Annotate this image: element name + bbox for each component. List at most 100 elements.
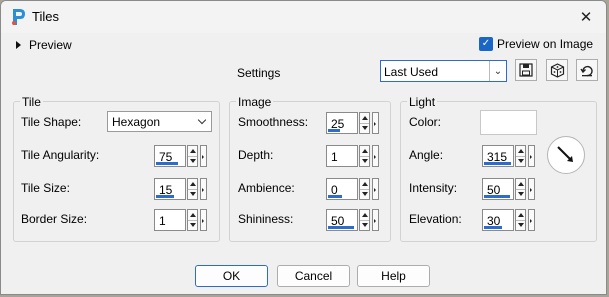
spin-arrows[interactable] (515, 145, 526, 167)
arrow-up-icon (190, 213, 196, 217)
preset-value: Last Used (384, 65, 439, 79)
arrow-up-icon (518, 149, 524, 153)
elevation-label: Elevation: (409, 212, 462, 226)
border-size-value: 1 (159, 214, 166, 228)
preview-on-image-label: Preview on Image (497, 37, 594, 51)
tile-angularity-input[interactable]: 75 (154, 145, 186, 167)
arrow-right-icon (530, 188, 532, 192)
tile-shape-label: Tile Shape: (21, 115, 82, 129)
intensity-stepper[interactable]: 50 (482, 178, 535, 200)
ok-button-label: OK (222, 269, 241, 283)
expand-triangle-icon (16, 41, 21, 49)
smoothness-label: Smoothness: (238, 115, 309, 129)
shininess-input[interactable]: 50 (326, 209, 358, 231)
ok-button[interactable]: OK (195, 265, 268, 287)
light-color-swatch[interactable] (480, 110, 537, 135)
intensity-input[interactable]: 50 (482, 178, 514, 200)
light-group-title: Light (407, 95, 438, 109)
border-size-input[interactable]: 1 (154, 209, 186, 231)
spin-arrows[interactable] (187, 145, 198, 167)
spin-arrows[interactable] (359, 112, 370, 134)
reset-button[interactable] (576, 59, 598, 81)
depth-value: 1 (331, 150, 338, 164)
tile-size-label: Tile Size: (21, 181, 70, 195)
arrow-down-icon (362, 126, 368, 130)
slider-popup-button[interactable] (200, 145, 207, 167)
slider-popup-button[interactable] (200, 178, 207, 200)
arrow-right-icon (530, 219, 532, 223)
tile-shape-value: Hexagon (112, 115, 161, 129)
ambience-input[interactable]: 0 (326, 178, 358, 200)
randomize-button[interactable] (546, 59, 568, 81)
smoothness-input[interactable]: 25 (326, 112, 358, 134)
tile-group-title: Tile (20, 95, 43, 109)
smoothness-stepper[interactable]: 25 (326, 112, 379, 134)
slider-popup-button[interactable] (200, 209, 207, 231)
close-icon: ✕ (579, 9, 593, 26)
arrow-down-icon (362, 159, 368, 163)
slider-popup-button[interactable] (528, 209, 535, 231)
chevron-down-icon (197, 115, 207, 125)
floppy-disk-icon (519, 63, 533, 77)
value-bar (156, 162, 178, 165)
arrow-down-icon (362, 223, 368, 227)
depth-stepper[interactable]: 1 (326, 145, 379, 167)
angle-dial[interactable] (547, 136, 585, 174)
arrow-down-icon (518, 159, 524, 163)
arrow-up-icon (518, 213, 524, 217)
save-preset-button[interactable] (515, 59, 537, 81)
value-bar (484, 195, 510, 198)
slider-popup-button[interactable] (528, 145, 535, 167)
chevron-down-icon: ⌄ (489, 61, 506, 81)
spin-arrows[interactable] (187, 209, 198, 231)
value-bar (328, 129, 340, 132)
spin-arrows[interactable] (515, 178, 526, 200)
slider-popup-button[interactable] (372, 112, 379, 134)
paintshop-app-icon (12, 9, 25, 25)
elevation-input[interactable]: 30 (482, 209, 514, 231)
spin-arrows[interactable] (187, 178, 198, 200)
arrow-up-icon (362, 213, 368, 217)
slider-popup-button[interactable] (528, 178, 535, 200)
arrow-up-icon (190, 182, 196, 186)
cancel-button[interactable]: Cancel (277, 265, 350, 287)
value-bar (484, 162, 511, 165)
value-bar (156, 195, 174, 198)
spin-arrows[interactable] (359, 178, 370, 200)
arrow-down-icon (362, 192, 368, 196)
arrow-up-icon (190, 149, 196, 153)
help-button-label: Help (381, 269, 406, 283)
spin-arrows[interactable] (359, 145, 370, 167)
depth-input[interactable]: 1 (326, 145, 358, 167)
border-size-stepper[interactable]: 1 (154, 209, 207, 231)
preset-dropdown[interactable]: Last Used ⌄ (380, 60, 507, 82)
shininess-stepper[interactable]: 50 (326, 209, 379, 231)
value-bar (328, 226, 354, 229)
arrow-right-icon (202, 188, 204, 192)
preview-toggle[interactable]: Preview (16, 38, 72, 52)
slider-popup-button[interactable] (372, 145, 379, 167)
spin-arrows[interactable] (359, 209, 370, 231)
slider-popup-button[interactable] (372, 209, 379, 231)
tile-angularity-stepper[interactable]: 75 (154, 145, 207, 167)
ambience-label: Ambience: (238, 181, 295, 195)
preview-on-image-checkbox[interactable]: ✓ Preview on Image (479, 37, 593, 51)
value-bar (328, 195, 342, 198)
value-bar (484, 226, 502, 229)
close-button[interactable]: ✕ (574, 6, 598, 28)
spin-arrows[interactable] (515, 209, 526, 231)
angle-stepper[interactable]: 315 (482, 145, 535, 167)
cancel-button-label: Cancel (294, 269, 333, 283)
slider-popup-button[interactable] (372, 178, 379, 200)
arrow-up-icon (362, 149, 368, 153)
tile-size-stepper[interactable]: 15 (154, 178, 207, 200)
settings-label: Settings (237, 66, 281, 80)
arrow-right-icon (202, 219, 204, 223)
ambience-stepper[interactable]: 0 (326, 178, 379, 200)
tile-size-input[interactable]: 15 (154, 178, 186, 200)
angle-input[interactable]: 315 (482, 145, 514, 167)
help-button[interactable]: Help (357, 265, 430, 287)
arrow-down-icon (190, 192, 196, 196)
elevation-stepper[interactable]: 30 (482, 209, 535, 231)
tile-shape-select[interactable]: Hexagon (107, 111, 212, 132)
